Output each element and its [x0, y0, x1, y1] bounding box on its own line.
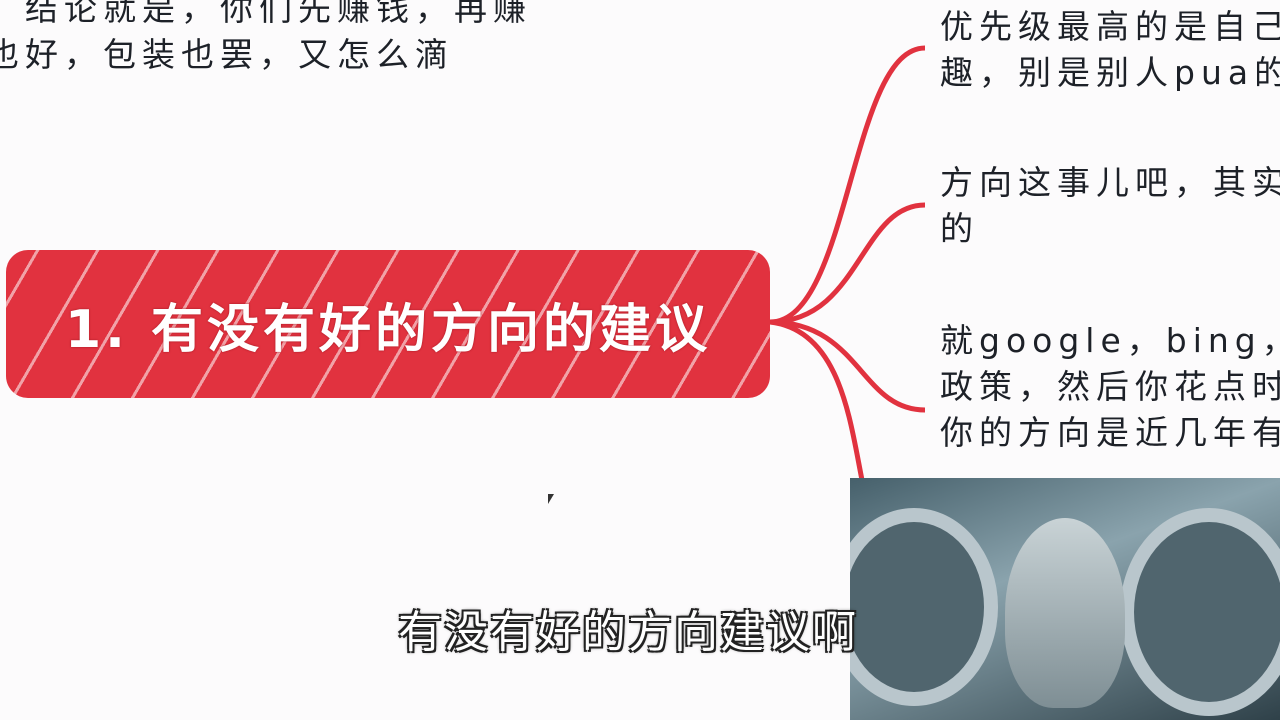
- branch-node-1[interactable]: 优先级最高的是自己 趣，别是别人pua的: [940, 4, 1280, 96]
- branch-text: 趣，别是别人pua的: [940, 53, 1280, 92]
- avatar: [1005, 518, 1125, 708]
- branch-text: 政策，然后你花点时: [940, 367, 1280, 406]
- branch-text: 方向这事儿吧，其实: [940, 163, 1280, 202]
- mouse-cursor-icon: [548, 494, 554, 504]
- link-branch-3: [769, 319, 926, 413]
- central-node[interactable]: 1. 有没有好的方向的建议: [6, 250, 770, 398]
- webcam-overlay: [850, 478, 1280, 720]
- top-note-line: 。结论就是，你们先赚钱，再赚: [0, 0, 532, 28]
- branch-text: 优先级最高的是自己: [940, 7, 1280, 46]
- link-branch-2: [769, 202, 926, 325]
- link-branch-4: [769, 319, 865, 481]
- top-note-line: 也好，包装也罢，又怎么滴: [0, 35, 454, 74]
- top-note: 。结论就是，你们先赚钱，再赚 也好，包装也罢，又怎么滴: [0, 0, 532, 78]
- video-subtitle: 有没有好的方向建议啊: [398, 607, 858, 658]
- branch-text: 的: [940, 209, 979, 248]
- binocular-lens-left: [850, 508, 998, 706]
- central-node-label: 1. 有没有好的方向的建议: [64, 299, 712, 360]
- branch-text: 你的方向是近几年有: [940, 413, 1280, 452]
- branch-text: 就google，bing，你: [940, 321, 1280, 360]
- branch-node-3[interactable]: 就google，bing，你 政策，然后你花点时 你的方向是近几年有: [940, 318, 1280, 456]
- branch-node-2[interactable]: 方向这事儿吧，其实 的: [940, 160, 1280, 252]
- binocular-lens-right: [1120, 508, 1280, 716]
